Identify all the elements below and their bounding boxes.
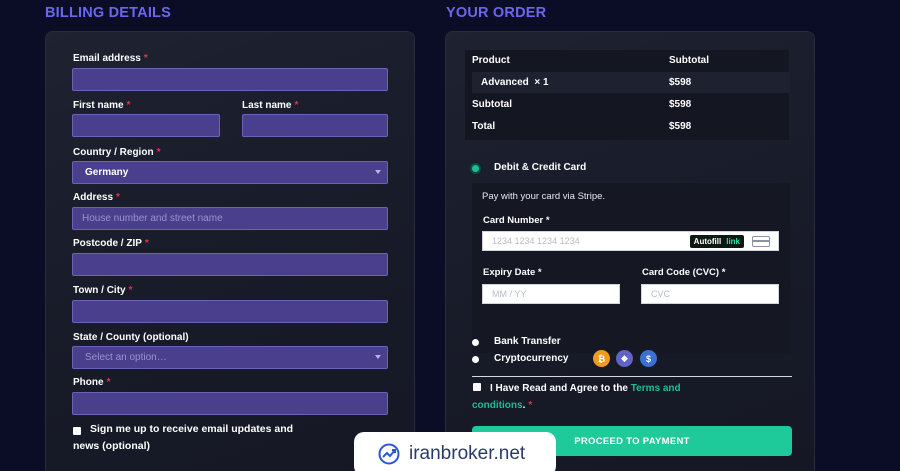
terms-link[interactable]: Terms and xyxy=(631,383,681,394)
card-radio[interactable] xyxy=(472,165,479,172)
total-label: Total xyxy=(472,121,496,132)
chevron-down-icon xyxy=(375,355,381,359)
trend-chart-icon xyxy=(378,443,400,465)
autofill-link-button[interactable]: Autofill link xyxy=(689,235,744,248)
state-select[interactable]: Select an option… xyxy=(72,346,388,369)
divider xyxy=(472,376,792,377)
item-name: Advanced × 1 xyxy=(481,77,549,88)
address-label: Address * xyxy=(73,192,120,203)
phone-label: Phone * xyxy=(73,377,111,388)
card-number-input[interactable]: 1234 1234 1234 1234 Autofill link xyxy=(482,231,779,251)
country-select[interactable]: Germany xyxy=(72,161,388,184)
expiry-placeholder: MM / YY xyxy=(492,289,527,299)
email-input[interactable] xyxy=(72,68,388,91)
cvc-label: Card Code (CVC) * xyxy=(642,267,726,278)
first-name-label: First name * xyxy=(73,100,131,111)
item-price: $598 xyxy=(669,77,692,88)
bitcoin-icon: ₿ xyxy=(593,350,610,367)
card-option-label[interactable]: Debit & Credit Card xyxy=(494,162,586,173)
expiry-label: Expiry Date * xyxy=(483,267,542,278)
watermark-text: iranbroker.net xyxy=(409,443,526,464)
signup-label: Sign me up to receive email updates and … xyxy=(73,423,294,452)
crypto-option-label[interactable]: Cryptocurrency xyxy=(494,353,568,364)
bank-radio[interactable] xyxy=(472,339,479,346)
terms-checkbox[interactable] xyxy=(473,383,481,391)
usdc-icon: $ xyxy=(640,350,657,367)
cvc-placeholder: CVC xyxy=(651,289,671,299)
watermark-badge: iranbroker.net xyxy=(354,432,556,471)
phone-input[interactable] xyxy=(72,392,388,415)
cvc-input[interactable]: CVC xyxy=(641,284,779,304)
signup-checkbox[interactable] xyxy=(73,427,81,435)
crypto-radio[interactable] xyxy=(472,356,479,363)
stripe-card-box: Pay with your card via Stripe. Card Numb… xyxy=(472,183,790,353)
card-number-label: Card Number * xyxy=(483,215,550,226)
total-value: $598 xyxy=(669,121,692,132)
address-input[interactable]: House number and street name xyxy=(72,207,388,230)
email-label: Email address * xyxy=(73,53,148,64)
conditions-link[interactable]: conditions xyxy=(472,400,523,411)
card-number-placeholder: 1234 1234 1234 1234 xyxy=(492,236,580,246)
first-name-input[interactable] xyxy=(72,114,220,137)
postcode-label: Postcode / ZIP * xyxy=(73,238,149,249)
billing-details-title: BILLING DETAILS xyxy=(45,5,171,21)
order-table xyxy=(465,50,789,140)
last-name-input[interactable] xyxy=(242,114,388,137)
stripe-note: Pay with your card via Stripe. xyxy=(482,191,606,202)
subtotal-label: Subtotal xyxy=(472,99,512,110)
chevron-down-icon xyxy=(375,170,381,174)
billing-panel: Email address * First name * Last name * Co… xyxy=(45,31,415,471)
credit-card-icon xyxy=(752,236,770,247)
expiry-input[interactable]: MM / YY xyxy=(482,284,620,304)
last-name-label: Last name * xyxy=(242,100,299,111)
col-subtotal-header: Subtotal xyxy=(669,55,709,66)
subtotal-value: $598 xyxy=(669,99,692,110)
state-label: State / County (optional) xyxy=(73,332,189,343)
address-placeholder: House number and street name xyxy=(82,213,223,224)
order-panel: Product Subtotal Advanced × 1 $598 Subto… xyxy=(445,31,815,471)
country-value: Germany xyxy=(85,167,129,178)
town-label: Town / City * xyxy=(73,285,133,296)
ethereum-icon: ◆ xyxy=(616,350,633,367)
town-input[interactable] xyxy=(72,300,388,323)
state-placeholder: Select an option… xyxy=(85,352,167,363)
bank-option-label[interactable]: Bank Transfer xyxy=(494,336,561,347)
terms-text-line2: conditions. * xyxy=(472,400,533,411)
postcode-input[interactable] xyxy=(72,253,388,276)
terms-text: I Have Read and Agree to the Terms and xyxy=(490,383,681,394)
your-order-title: YOUR ORDER xyxy=(446,5,547,21)
col-product-header: Product xyxy=(472,55,510,66)
country-label: Country / Region * xyxy=(73,147,161,158)
